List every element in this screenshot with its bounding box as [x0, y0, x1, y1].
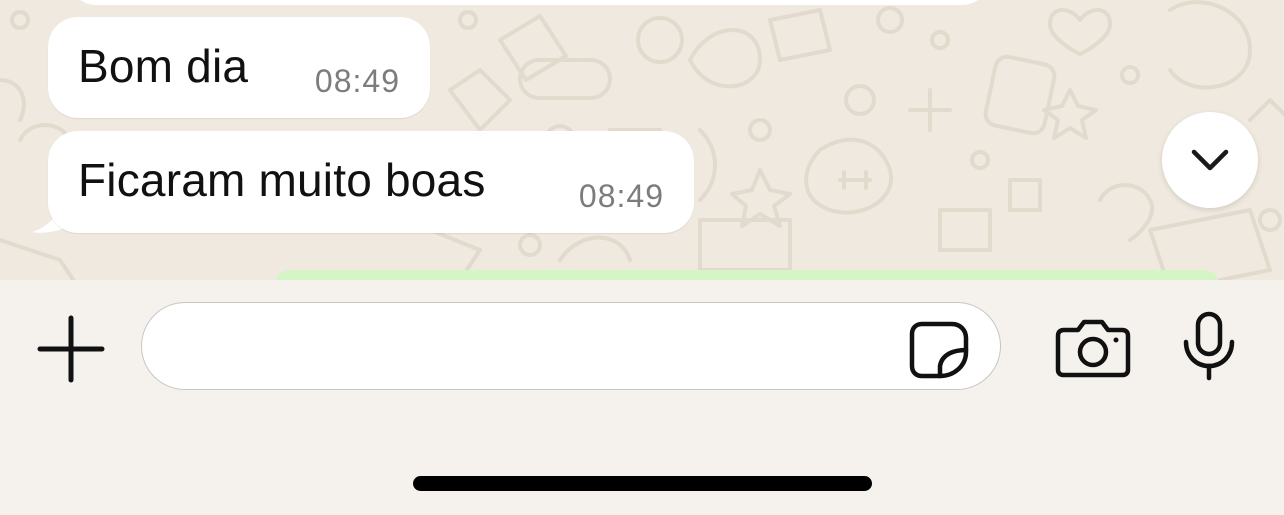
plus-icon[interactable] [36, 314, 106, 384]
outgoing-message-bubble[interactable] [275, 270, 1219, 280]
camera-icon[interactable] [1054, 318, 1132, 378]
message-timestamp: 08:49 [578, 178, 664, 214]
sticker-icon[interactable] [908, 320, 972, 380]
message-text: Bom dia [78, 40, 249, 92]
message-input[interactable] [141, 302, 1001, 390]
previous-message-bubble[interactable] [68, 0, 990, 5]
message-timestamp: 08:49 [314, 63, 400, 99]
home-indicator[interactable] [413, 476, 872, 491]
chevron-down-icon [1191, 149, 1229, 171]
chat-area[interactable]: Bom dia 08:49 Ficaram muito boas 08:49 [0, 0, 1284, 280]
message-text: Ficaram muito boas [78, 154, 486, 206]
message-bubble[interactable]: Bom dia 08:49 [48, 17, 430, 118]
scroll-to-bottom-button[interactable] [1162, 112, 1258, 208]
microphone-icon[interactable] [1180, 310, 1238, 382]
message-bubble[interactable]: Ficaram muito boas 08:49 [48, 131, 694, 233]
